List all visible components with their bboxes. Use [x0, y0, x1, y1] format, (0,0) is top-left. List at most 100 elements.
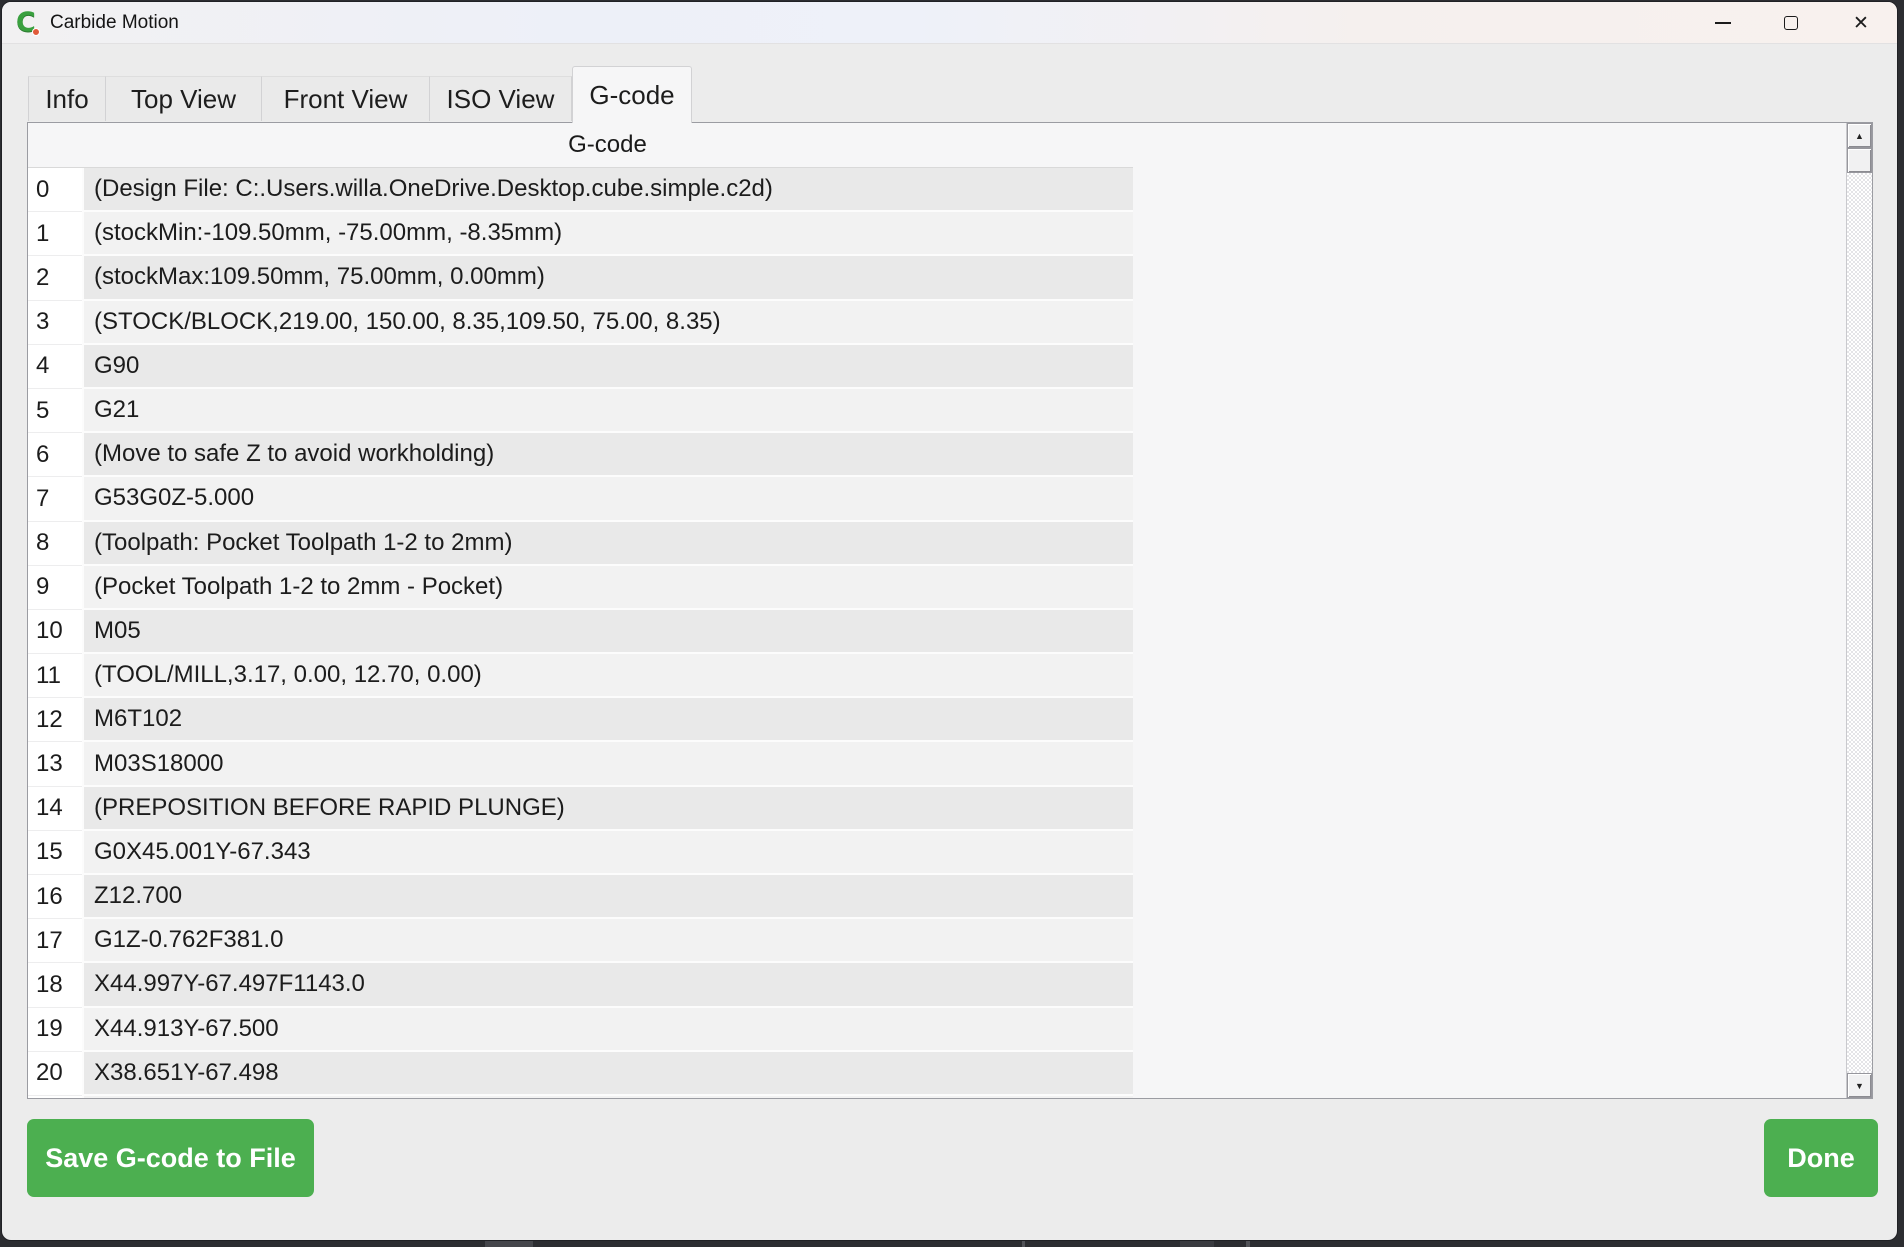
row-number: 0 [28, 168, 82, 212]
done-button[interactable]: Done [1764, 1119, 1878, 1197]
table-row[interactable]: 17G1Z-0.762F381.0 [28, 919, 1133, 963]
table-row[interactable]: 6(Move to safe Z to avoid workholding) [28, 433, 1133, 477]
taskbar-mark [485, 1241, 533, 1247]
taskbar-mark [1246, 1241, 1250, 1247]
tab-iso-view[interactable]: ISO View [430, 76, 572, 121]
table-row[interactable]: 16Z12.700 [28, 875, 1133, 919]
row-number: 7 [28, 477, 82, 521]
table-header-row: G-code [28, 123, 1133, 168]
gcode-line: (Design File: C:.Users.willa.OneDrive.De… [82, 168, 1133, 212]
row-number: 18 [28, 963, 82, 1007]
close-icon: ✕ [1853, 14, 1869, 33]
taskbar-mark [1180, 1241, 1214, 1247]
gcode-line: M05 [82, 610, 1133, 654]
gcode-line: G21 [82, 389, 1133, 433]
gcode-line: X44.997Y-67.497F1143.0 [82, 963, 1133, 1007]
gcode-line: (Move to safe Z to avoid workholding) [82, 433, 1133, 477]
maximize-button[interactable] [1768, 5, 1814, 41]
row-number: 5 [28, 389, 82, 433]
window-title: Carbide Motion [50, 2, 179, 44]
gcode-rows: 0(Design File: C:.Users.willa.OneDrive.D… [28, 168, 1133, 1098]
row-number: 16 [28, 875, 82, 919]
gcode-line: G90 [82, 345, 1133, 389]
gcode-line: X44.913Y-67.500 [82, 1008, 1133, 1052]
table-row[interactable]: 15G0X45.001Y-67.343 [28, 831, 1133, 875]
row-number: 9 [28, 566, 82, 610]
row-number: 17 [28, 919, 82, 963]
tab-gcode[interactable]: G-code [572, 66, 692, 123]
scroll-up-icon: ▲ [1855, 131, 1864, 141]
tab-top-view[interactable]: Top View [106, 76, 262, 121]
taskbar-sliver [0, 1240, 1904, 1247]
gcode-line: (stockMin:-109.50mm, -75.00mm, -8.35mm) [82, 212, 1133, 256]
save-gcode-button[interactable]: Save G-code to File [27, 1119, 314, 1197]
close-button[interactable]: ✕ [1838, 5, 1884, 41]
desktop: { "window": { "title": "Carbide Motion" … [0, 0, 1904, 1247]
maximize-icon [1784, 16, 1798, 30]
row-number: 10 [28, 610, 82, 654]
row-number: 14 [28, 787, 82, 831]
gcode-line [82, 1096, 1133, 1098]
table-row[interactable]: 1(stockMin:-109.50mm, -75.00mm, -8.35mm) [28, 212, 1133, 256]
gcode-line: (stockMax:109.50mm, 75.00mm, 0.00mm) [82, 256, 1133, 300]
gcode-line: (Toolpath: Pocket Toolpath 1-2 to 2mm) [82, 522, 1133, 566]
table-row[interactable]: 10M05 [28, 610, 1133, 654]
gcode-line: (TOOL/MILL,3.17, 0.00, 12.70, 0.00) [82, 654, 1133, 698]
row-number: 2 [28, 256, 82, 300]
carbide-motion-window: C Carbide Motion ✕ Info Top View Front V… [2, 2, 1897, 1240]
table-row-partial [28, 1096, 1133, 1098]
row-number: 6 [28, 433, 82, 477]
logo-dot [32, 28, 40, 36]
carbide-motion-logo-icon: C [16, 9, 42, 37]
table-row[interactable]: 2(stockMax:109.50mm, 75.00mm, 0.00mm) [28, 256, 1133, 300]
row-number: 20 [28, 1052, 82, 1096]
title-bar: C Carbide Motion ✕ [2, 2, 1897, 44]
gcode-line: (Pocket Toolpath 1-2 to 2mm - Pocket) [82, 566, 1133, 610]
vertical-scrollbar[interactable]: ▲ ▼ [1846, 123, 1872, 1098]
gcode-line: M03S18000 [82, 742, 1133, 786]
gcode-table: G-code 0(Design File: C:.Users.willa.One… [27, 122, 1873, 1099]
table-row[interactable]: 19X44.913Y-67.500 [28, 1008, 1133, 1052]
table-row[interactable]: 13M03S18000 [28, 742, 1133, 786]
table-row[interactable]: 0(Design File: C:.Users.willa.OneDrive.D… [28, 168, 1133, 212]
row-number: 11 [28, 654, 82, 698]
table-row[interactable]: 3(STOCK/BLOCK,219.00, 150.00, 8.35,109.5… [28, 301, 1133, 345]
table-row[interactable]: 4G90 [28, 345, 1133, 389]
table-row[interactable]: 20X38.651Y-67.498 [28, 1052, 1133, 1096]
gcode-line: G0X45.001Y-67.343 [82, 831, 1133, 875]
gcode-line: G53G0Z-5.000 [82, 477, 1133, 521]
table-row[interactable]: 5G21 [28, 389, 1133, 433]
row-number-header [28, 123, 82, 168]
gcode-line: (PREPOSITION BEFORE RAPID PLUNGE) [82, 787, 1133, 831]
scroll-down-button[interactable]: ▼ [1847, 1073, 1872, 1098]
row-number: 19 [28, 1008, 82, 1052]
table-row[interactable]: 18X44.997Y-67.497F1143.0 [28, 963, 1133, 1007]
row-number: 8 [28, 522, 82, 566]
gcode-line: X38.651Y-67.498 [82, 1052, 1133, 1096]
minimize-button[interactable] [1700, 5, 1746, 41]
tab-info[interactable]: Info [28, 76, 106, 121]
row-number: 3 [28, 301, 82, 345]
gcode-line: Z12.700 [82, 875, 1133, 919]
taskbar-mark [1022, 1241, 1025, 1247]
table-row[interactable]: 11(TOOL/MILL,3.17, 0.00, 12.70, 0.00) [28, 654, 1133, 698]
row-number: 1 [28, 212, 82, 256]
row-number [28, 1096, 82, 1098]
gcode-column-header[interactable]: G-code [82, 123, 1133, 168]
table-row[interactable]: 12M6T102 [28, 698, 1133, 742]
gcode-line: (STOCK/BLOCK,219.00, 150.00, 8.35,109.50… [82, 301, 1133, 345]
row-number: 15 [28, 831, 82, 875]
gcode-line: G1Z-0.762F381.0 [82, 919, 1133, 963]
gcode-line: M6T102 [82, 698, 1133, 742]
minimize-icon [1715, 22, 1731, 24]
table-row[interactable]: 9(Pocket Toolpath 1-2 to 2mm - Pocket) [28, 566, 1133, 610]
scroll-up-button[interactable]: ▲ [1847, 123, 1872, 148]
row-number: 12 [28, 698, 82, 742]
scroll-down-icon: ▼ [1855, 1081, 1864, 1091]
table-row[interactable]: 14(PREPOSITION BEFORE RAPID PLUNGE) [28, 787, 1133, 831]
table-row[interactable]: 7G53G0Z-5.000 [28, 477, 1133, 521]
row-number: 13 [28, 742, 82, 786]
table-row[interactable]: 8(Toolpath: Pocket Toolpath 1-2 to 2mm) [28, 522, 1133, 566]
scrollbar-thumb[interactable] [1847, 148, 1872, 173]
tab-front-view[interactable]: Front View [262, 76, 430, 121]
